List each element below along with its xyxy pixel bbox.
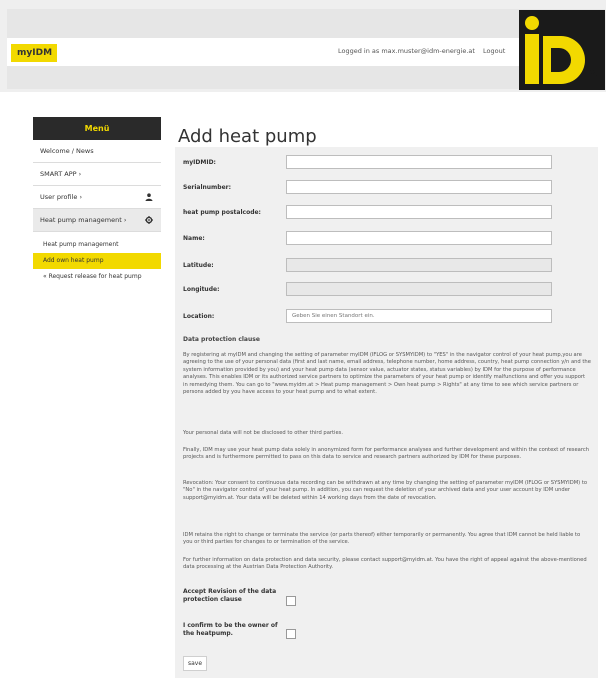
- heat-pump-submenu: Heat pump management Add own heat pump «…: [33, 232, 161, 285]
- location-input[interactable]: [286, 309, 552, 323]
- location-label: Location:: [183, 313, 215, 320]
- myidmid-label: myIDMID:: [183, 159, 216, 166]
- brand-link[interactable]: myIDM: [11, 44, 57, 62]
- logo-dot: [525, 16, 539, 30]
- name-label: Name:: [183, 235, 205, 242]
- accept-clause-checkbox[interactable]: [286, 596, 296, 606]
- submenu-item-add-own-heat-pump[interactable]: Add own heat pump: [33, 253, 161, 269]
- clause-paragraph: Finally, IDM may use your heat pump data…: [183, 447, 590, 461]
- sidebar-item-label: Welcome / News: [40, 147, 94, 155]
- sidebar-item-label: Heat pump management ›: [40, 216, 127, 224]
- serialnumber-input[interactable]: [286, 180, 552, 194]
- clause-paragraph: For further information on data protecti…: [183, 557, 587, 571]
- latitude-input: [286, 258, 552, 272]
- owner-confirm-checkbox[interactable]: [286, 629, 296, 639]
- longitude-label: Longitude:: [183, 286, 220, 293]
- sidebar-item-user-profile[interactable]: User profile ›: [33, 186, 161, 209]
- submenu-item-request-release[interactable]: « Request release for heat pump: [33, 269, 161, 285]
- user-icon: [145, 193, 153, 203]
- header-row: myIDM Logged in as max.muster@idm-energi…: [7, 38, 519, 66]
- latitude-label: Latitude:: [183, 262, 214, 269]
- top-header: myIDM Logged in as max.muster@idm-energi…: [0, 0, 606, 92]
- logout-link[interactable]: Logout: [483, 47, 505, 55]
- clause-paragraph: By registering at myIDM and changing the…: [183, 352, 591, 396]
- postalcode-input[interactable]: [286, 205, 552, 219]
- sidebar-item-label: SMART APP ›: [40, 170, 82, 178]
- sidebar-item-smart-app[interactable]: SMART APP ›: [33, 163, 161, 186]
- logged-in-text: Logged in as max.muster@idm-energie.at: [338, 47, 475, 55]
- data-protection-clause-title: Data protection clause: [183, 336, 260, 343]
- myidmid-input[interactable]: [286, 155, 552, 169]
- page-title: Add heat pump: [178, 126, 317, 147]
- add-heat-pump-form: myIDMID: Serialnumber: heat pump postalc…: [175, 147, 598, 678]
- name-input[interactable]: [286, 231, 552, 245]
- clause-paragraph: Your personal data will not be disclosed…: [183, 430, 344, 436]
- submenu-item-heat-pump-management[interactable]: Heat pump management: [33, 237, 161, 253]
- longitude-input: [286, 282, 552, 296]
- logo-bar: [525, 34, 539, 84]
- serialnumber-label: Serialnumber:: [183, 184, 232, 191]
- sidebar-item-heat-pump-management[interactable]: Heat pump management ›: [33, 209, 161, 232]
- save-button[interactable]: save: [183, 656, 207, 671]
- logo-m: M: [585, 68, 598, 83]
- postalcode-label: heat pump postalcode:: [183, 209, 261, 216]
- menu-title: Menü: [33, 117, 161, 140]
- idm-logo: M: [519, 10, 605, 90]
- accept-clause-label: Accept Revision of the data protection c…: [183, 588, 277, 603]
- clause-paragraph: IDM retains the right to change or termi…: [183, 532, 581, 546]
- clause-paragraph: Revocation: Your consent to continuous d…: [183, 480, 588, 501]
- gear-icon: [145, 216, 153, 226]
- sidebar-item-label: User profile ›: [40, 193, 83, 201]
- sidebar-menu: Menü Welcome / News SMART APP › User pro…: [33, 117, 161, 285]
- owner-confirm-label: I confirm to be the owner of the heatpum…: [183, 622, 278, 637]
- sidebar-item-welcome-news[interactable]: Welcome / News: [33, 140, 161, 163]
